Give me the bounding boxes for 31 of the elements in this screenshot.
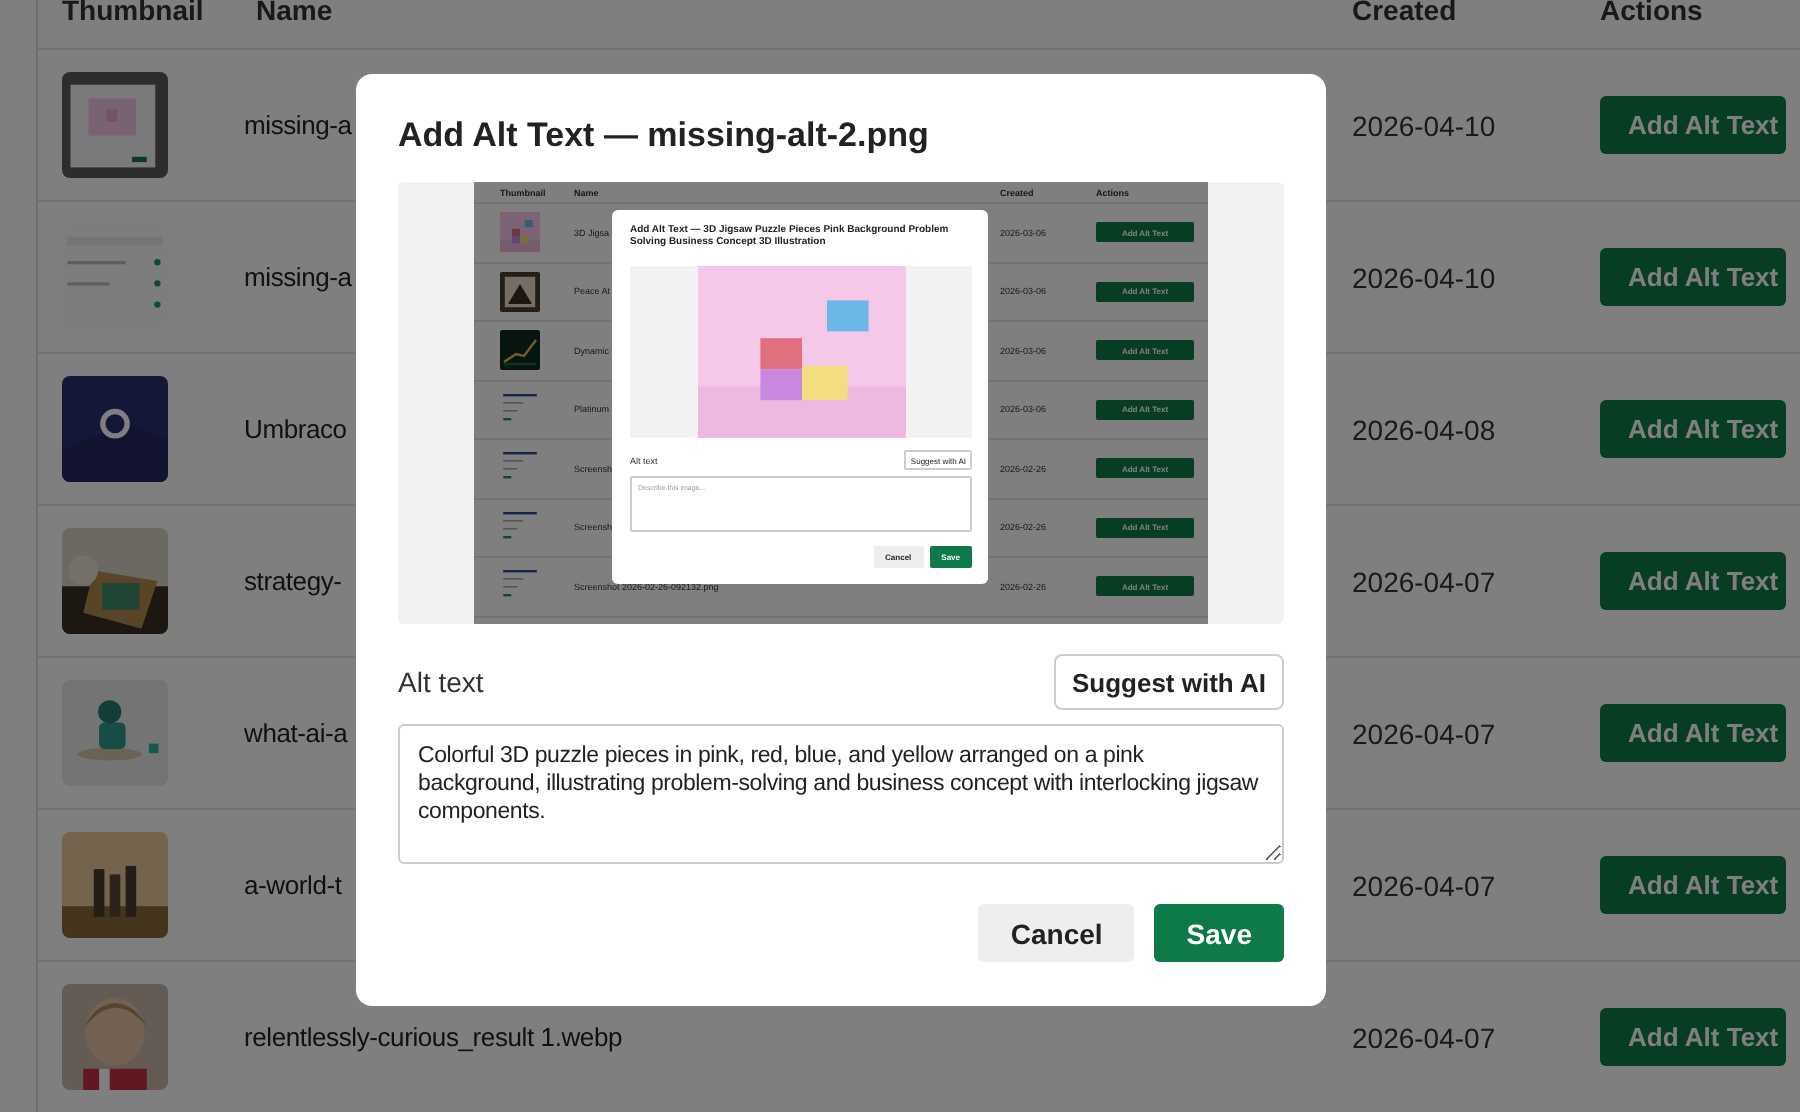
file-name: Umbraco [244,414,347,444]
suggest-button[interactable]: Suggest with AI [1053,654,1284,710]
dialog-title: Add Alt Text — missing-alt-2.png [398,114,931,158]
add-alt-text-button[interactable]: Add Alt Text [1600,1008,1787,1066]
created-date: 2026-04-07 [1352,1021,1496,1053]
column-header: Created [1352,0,1459,26]
column-header: Name [256,0,335,26]
column-header: Actions [1600,0,1705,26]
column-header: Thumbnail [62,0,206,26]
cancel-button[interactable]: Cancel [978,904,1135,962]
add-alt-text-button[interactable]: Add Alt Text [1600,704,1787,762]
created-date: 2026-04-07 [1352,869,1496,901]
add-alt-text-button[interactable]: Add Alt Text [1600,856,1787,914]
add-alt-text-button[interactable]: Add Alt Text [1600,96,1787,154]
field-label: Alt text [398,666,484,698]
save-button[interactable]: Save [1154,904,1284,962]
file-name: what-ai-a [244,718,348,748]
file-name: strategy- [244,566,342,596]
file-name: relentlessly-curious_result 1.webp [244,1022,623,1052]
created-date: 2026-04-07 [1352,717,1496,749]
file-name: a-world-t [244,870,342,900]
created-date: 2026-04-10 [1352,109,1496,141]
alt-text-field[interactable]: Colorful 3D puzzle pieces in pink, red, blue, and yellow arranged on a pink background, illustrating problem-solving and business concept with interlocking jigsaw components. [398,724,1284,864]
add-alt-text-button[interactable]: Add Alt Text [1600,248,1787,306]
add-alt-text-button[interactable]: Add Alt Text [1600,552,1787,610]
created-date: 2026-04-10 [1352,261,1496,293]
created-date: 2026-04-08 [1352,413,1496,445]
add-alt-text-button[interactable]: Add Alt Text [1600,400,1787,458]
file-name: missing-a [244,262,352,292]
created-date: 2026-04-07 [1352,565,1496,597]
file-name: missing-a [244,110,352,140]
